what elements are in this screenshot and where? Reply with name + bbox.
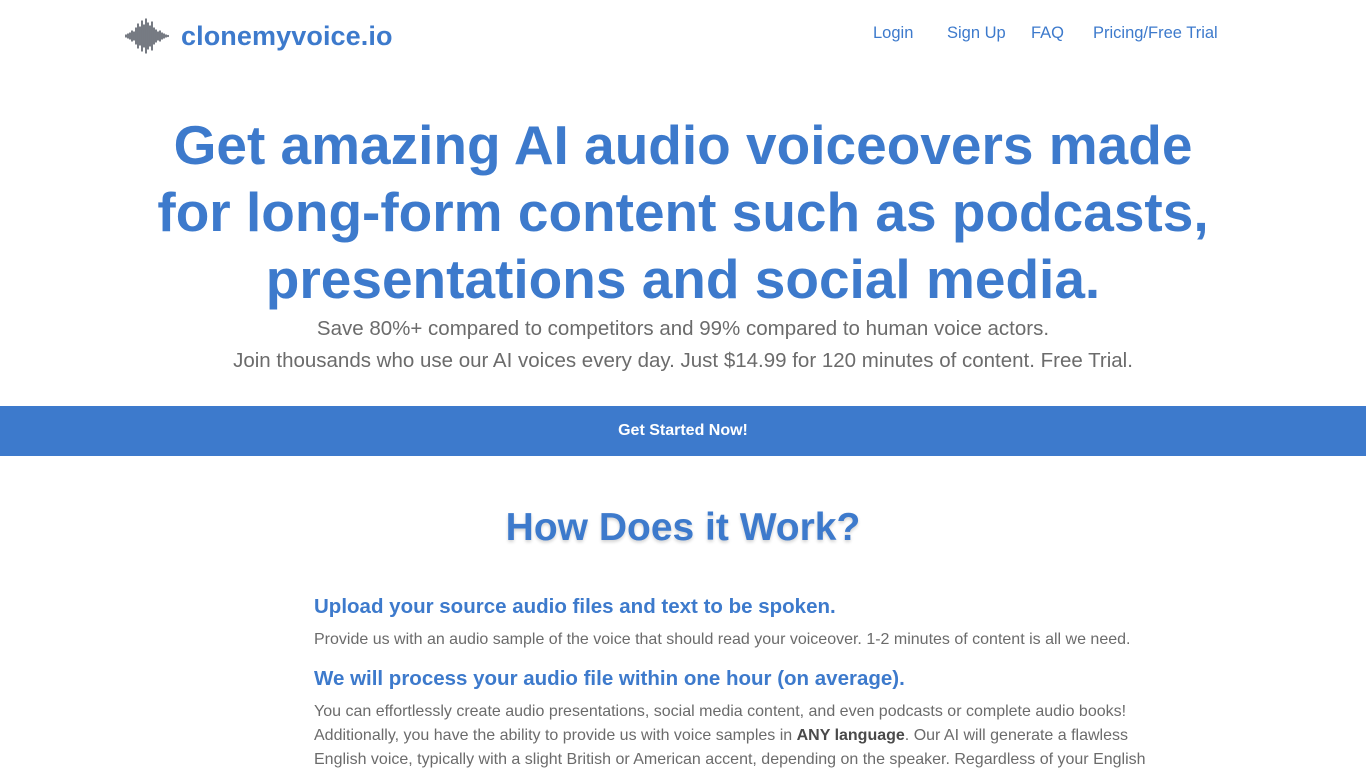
top-navigation: clonemyvoice.io Login Sign Up FAQ Pricin… bbox=[0, 0, 1366, 72]
step-description-line: You can effortlessly create audio presen… bbox=[314, 703, 1127, 720]
how-it-works-title: How Does it Work? bbox=[505, 506, 861, 549]
any-language-emphasis: ANY language bbox=[796, 727, 905, 744]
step-heading: We will process your audio file within o… bbox=[314, 667, 905, 690]
step-upload: Upload your source audio files and text … bbox=[314, 593, 1214, 652]
step-description: Provide us with an audio sample of the v… bbox=[314, 631, 1131, 648]
nav-signup-link[interactable]: Sign Up bbox=[947, 24, 1006, 43]
nav-pricing-link[interactable]: Pricing/Free Trial bbox=[1093, 24, 1218, 43]
hero-title: Get amazing AI audio voiceovers made for… bbox=[100, 112, 1266, 313]
step-heading: Upload your source audio files and text … bbox=[314, 595, 836, 618]
step-description-line: English voice, typically with a slight B… bbox=[314, 751, 1146, 768]
nav-faq-link[interactable]: FAQ bbox=[1031, 24, 1064, 43]
step-description: You can effortlessly create audio presen… bbox=[314, 700, 1214, 768]
get-started-button[interactable]: Get Started Now! bbox=[0, 406, 1366, 456]
hero-title-line: Get amazing AI audio voiceovers made bbox=[173, 114, 1193, 176]
nav-links: Login Sign Up FAQ Pricing/Free Trial bbox=[0, 24, 1366, 50]
step-description-text: . Our AI will generate a flawless bbox=[904, 727, 1129, 744]
nav-login-link[interactable]: Login bbox=[873, 24, 913, 43]
step-description-text: Additionally, you have the ability to pr… bbox=[314, 727, 797, 744]
hero-subtitle-savings: Save 80%+ compared to competitors and 99… bbox=[316, 317, 1050, 340]
hero-title-line: for long-form content such as podcasts, bbox=[157, 181, 1209, 243]
step-process: We will process your audio file within o… bbox=[314, 665, 1214, 768]
hero-title-line: presentations and social media. bbox=[265, 248, 1101, 310]
how-it-works-steps: Upload your source audio files and text … bbox=[314, 593, 1214, 768]
hero-subtitle-pricing: Join thousands who use our AI voices eve… bbox=[233, 349, 1133, 372]
